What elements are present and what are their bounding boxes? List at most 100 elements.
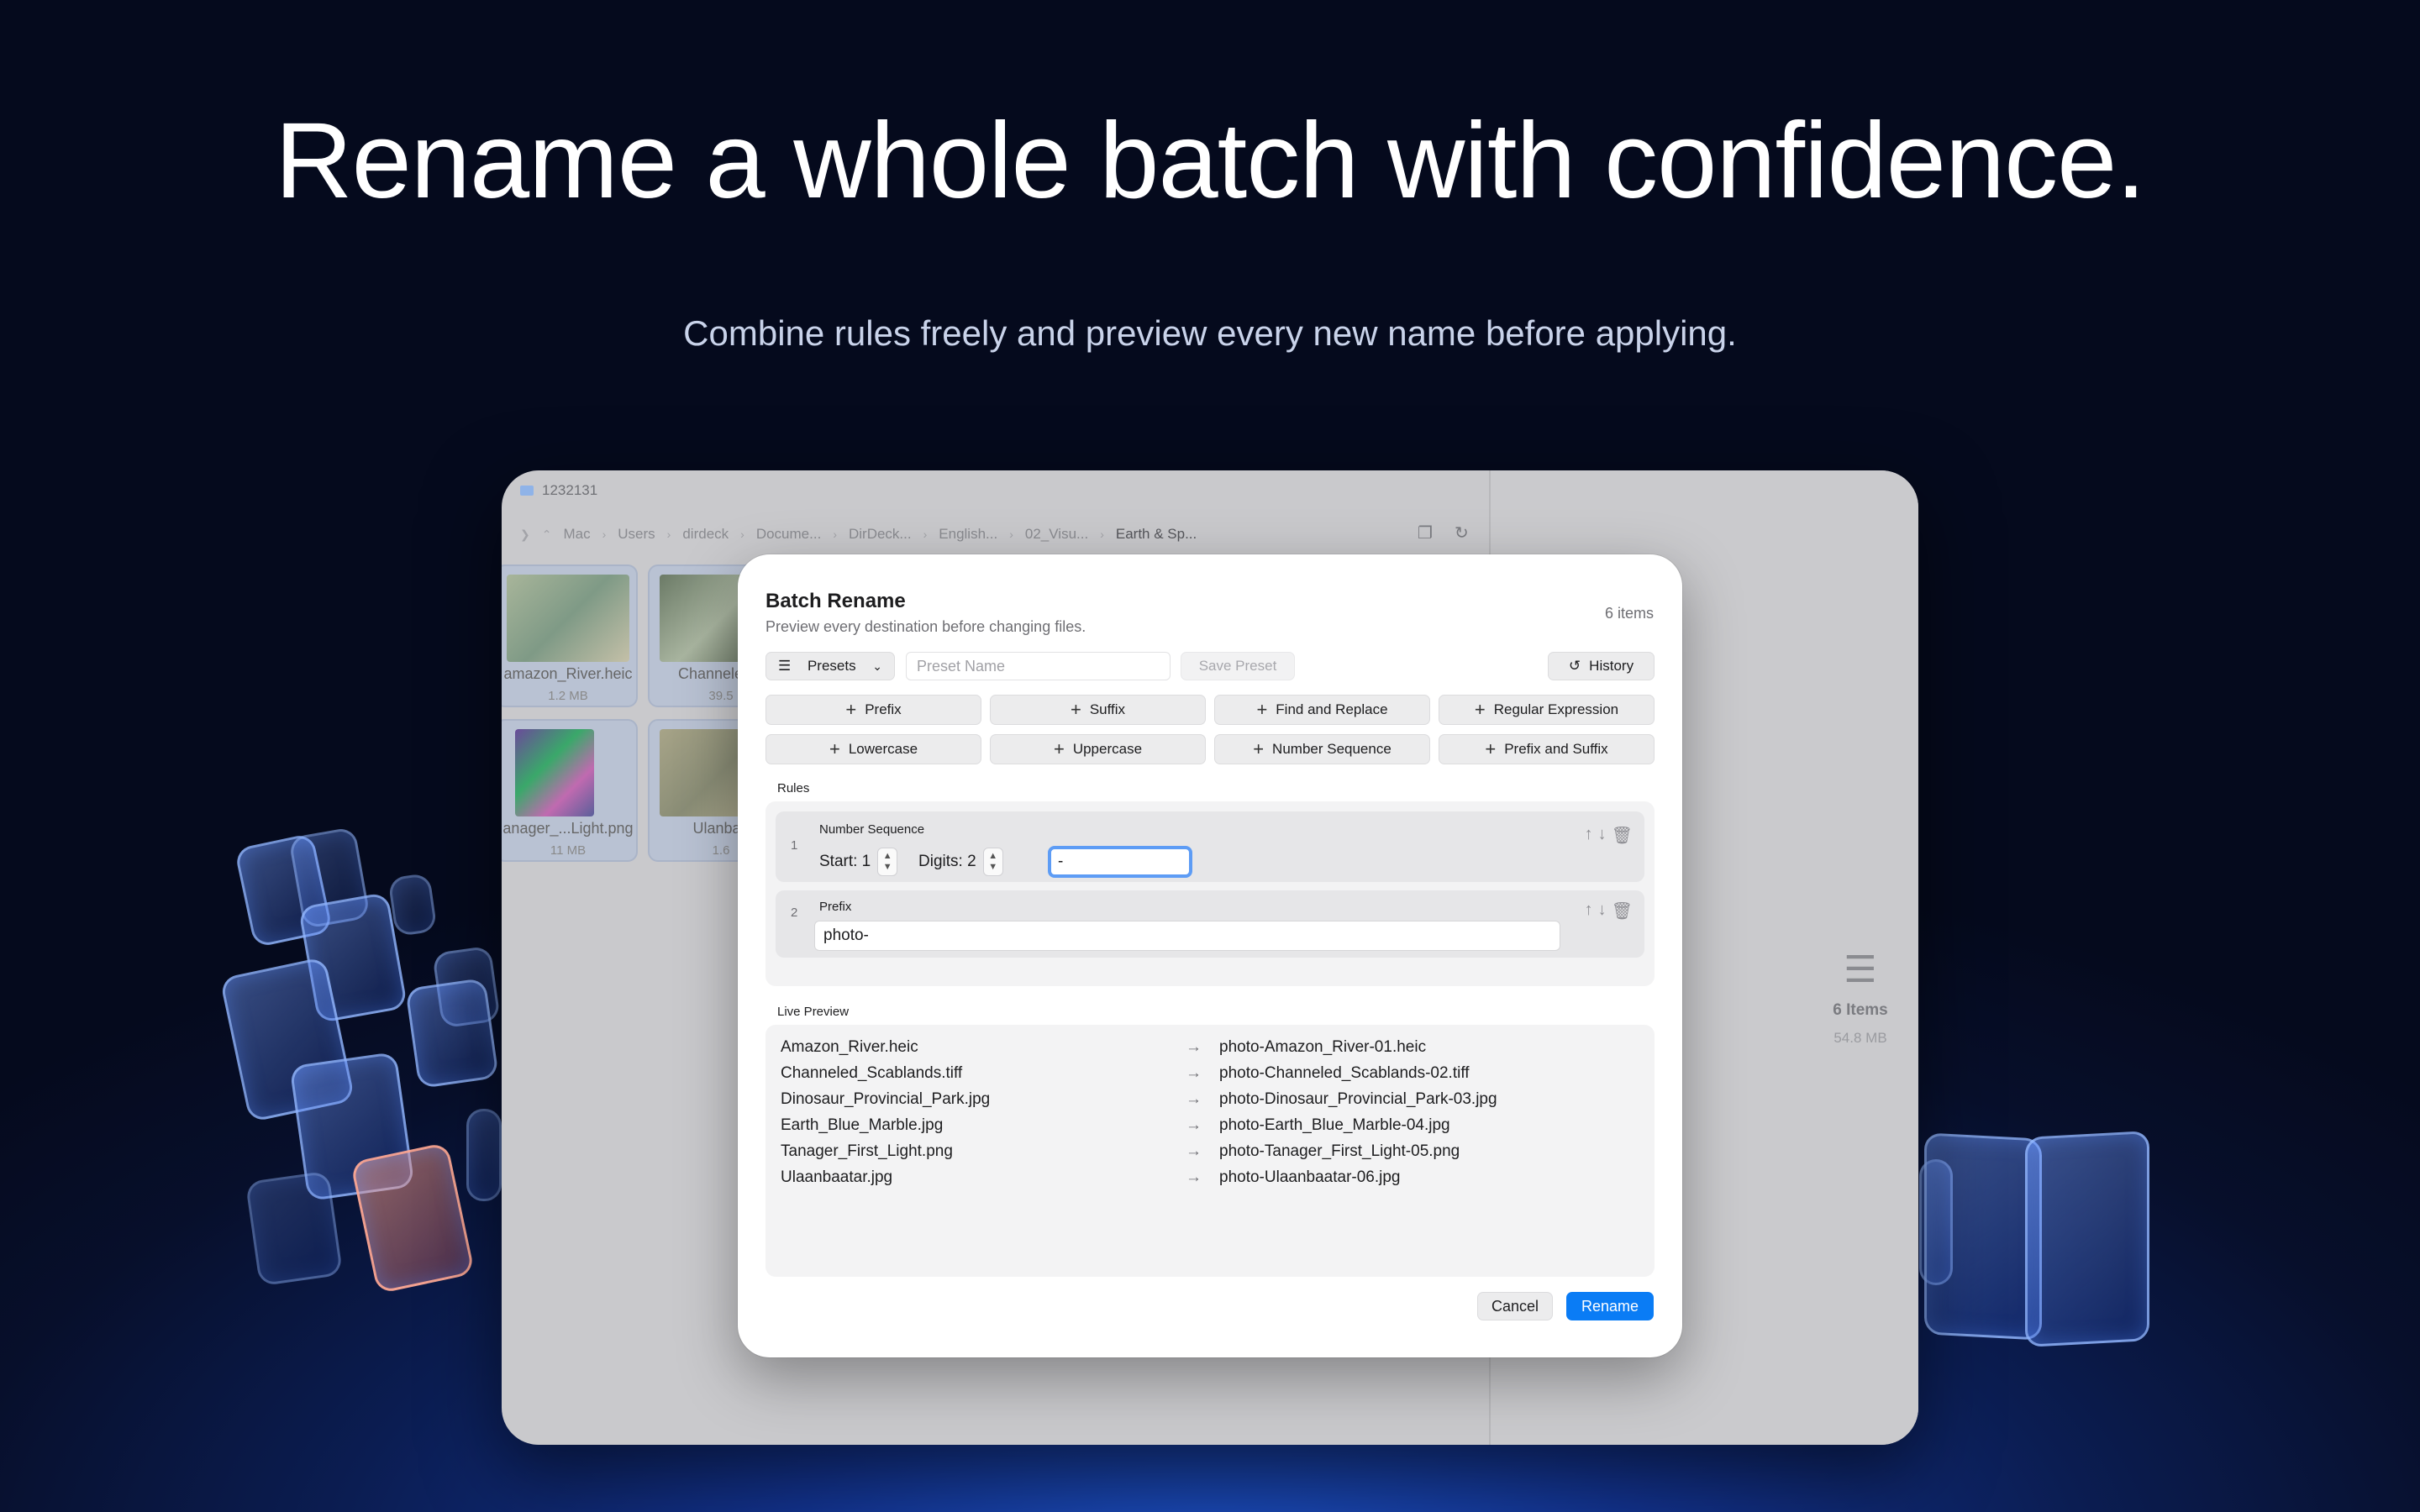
arrow-right-icon: →: [1186, 1168, 1202, 1186]
window-title-text: 1232131: [542, 482, 598, 498]
chevron-down-icon[interactable]: ▼: [883, 862, 892, 873]
button-label: Prefix and Suffix: [1504, 741, 1608, 757]
rules-list: 1 Number Sequence Start: 1 ▲ ▼ Digits: 2 …: [765, 801, 1655, 986]
chevron-right-icon: ›: [602, 528, 607, 541]
preview-row: Dinosaur_Provincial_Park.jpg → photo-Din…: [765, 1090, 1655, 1116]
hero-subtitle: Combine rules freely and preview every n…: [683, 313, 1737, 353]
preview-row: Ulaanbaatar.jpg → photo-Ulaanbaatar-06.j…: [765, 1168, 1655, 1194]
preview-row: Channeled_Scablands.tiff → photo-Channel…: [765, 1064, 1655, 1090]
trash-icon[interactable]: 🗑: [1612, 825, 1633, 846]
glass-card: [1924, 1132, 2042, 1341]
digits-stepper[interactable]: ▲ ▼: [982, 848, 1003, 876]
chevron-up-icon[interactable]: ▲: [988, 851, 997, 862]
file-name: amazon_River.heic: [503, 665, 633, 682]
glass-card: [245, 1170, 344, 1287]
add-number-sequence-rule-button[interactable]: + Number Sequence: [1214, 734, 1430, 764]
selection-summary: ☰ 6 Items 54.8 MB: [1810, 949, 1911, 1047]
add-regex-rule-button[interactable]: + Regular Expression: [1439, 695, 1655, 725]
separator-input[interactable]: [1048, 846, 1192, 878]
history-label: History: [1589, 658, 1634, 674]
button-label: Number Sequence: [1272, 741, 1392, 757]
chevron-down-icon[interactable]: ▼: [988, 862, 997, 873]
chevron-right-icon: ›: [923, 528, 928, 541]
cancel-button[interactable]: Cancel: [1477, 1292, 1553, 1320]
plus-icon: +: [1256, 699, 1268, 720]
live-preview-list: Amazon_River.heic → photo-Amazon_River-0…: [765, 1025, 1655, 1277]
rule-name: Prefix: [819, 900, 852, 914]
breadcrumb-item[interactable]: Mac: [563, 526, 590, 543]
start-stepper[interactable]: ▲ ▼: [877, 848, 898, 876]
file-thumbnail[interactable]: anager_...Light.png 11 MB: [502, 719, 638, 862]
move-up-icon[interactable]: ↑: [1585, 825, 1593, 846]
breadcrumb-item[interactable]: Docume...: [756, 526, 821, 543]
old-filename: Earth_Blue_Marble.jpg: [781, 1116, 944, 1134]
new-filename: photo-Amazon_River-01.heic: [1219, 1038, 1427, 1056]
breadcrumb-item[interactable]: Users: [618, 526, 655, 543]
save-preset-button[interactable]: Save Preset: [1181, 652, 1295, 680]
rule-actions: ↑ ↓ 🗑: [1585, 825, 1633, 846]
rule-index: 1: [791, 838, 798, 853]
path-toolbar: ❐ ↻: [1418, 522, 1469, 543]
rename-button[interactable]: Rename: [1566, 1292, 1654, 1320]
breadcrumb: ❯ ⌃ Mac › Users › dirdeck › Docume... › …: [520, 519, 1486, 549]
move-down-icon[interactable]: ↓: [1598, 900, 1607, 921]
old-filename: Amazon_River.heic: [781, 1038, 918, 1056]
move-down-icon[interactable]: ↓: [1598, 825, 1607, 846]
selection-size: 54.8 MB: [1833, 1030, 1887, 1046]
file-thumbnail[interactable]: amazon_River.heic 1.2 MB: [502, 564, 638, 707]
digits-label: Digits: 2: [918, 853, 976, 870]
plus-icon: +: [1485, 738, 1497, 759]
preview-row: Amazon_River.heic → photo-Amazon_River-0…: [765, 1038, 1655, 1064]
sliders-icon: ☰: [778, 658, 792, 674]
add-lowercase-rule-button[interactable]: + Lowercase: [765, 734, 981, 764]
plus-icon: +: [1253, 738, 1265, 759]
breadcrumb-item[interactable]: dirdeck: [682, 526, 729, 543]
live-preview-heading: Live Preview: [777, 1005, 850, 1019]
prefix-input[interactable]: [814, 921, 1560, 951]
plus-icon: +: [829, 738, 840, 759]
history-button[interactable]: ↺ History: [1548, 652, 1655, 680]
add-suffix-rule-button[interactable]: + Suffix: [990, 695, 1206, 725]
chevron-up-icon[interactable]: ▲: [883, 851, 892, 862]
breadcrumb-item[interactable]: 02_Visu...: [1025, 526, 1088, 543]
button-label: Lowercase: [848, 741, 918, 757]
chevron-right-icon: ›: [666, 528, 671, 541]
old-filename: Tanager_First_Light.png: [781, 1142, 953, 1160]
chevron-right-icon: ›: [1100, 528, 1104, 541]
preview-row: Earth_Blue_Marble.jpg → photo-Earth_Blue…: [765, 1116, 1655, 1142]
add-prefix-suffix-rule-button[interactable]: + Prefix and Suffix: [1439, 734, 1655, 764]
preview-row: Tanager_First_Light.png → photo-Tanager_…: [765, 1142, 1655, 1168]
file-size: 11 MB: [550, 843, 587, 858]
dialog-title: Batch Rename: [765, 590, 906, 612]
item-count: 6 items: [1604, 605, 1654, 622]
presets-dropdown[interactable]: ☰ Presets ⌄: [765, 652, 895, 680]
add-uppercase-rule-button[interactable]: + Uppercase: [990, 734, 1206, 764]
rule-name: Number Sequence: [819, 822, 925, 837]
breadcrumb-item[interactable]: DirDeck...: [849, 526, 912, 543]
arrow-right-icon: →: [1186, 1142, 1202, 1160]
add-find-replace-rule-button[interactable]: + Find and Replace: [1214, 695, 1430, 725]
preset-name-input[interactable]: [906, 652, 1171, 680]
move-up-icon[interactable]: ↑: [1585, 900, 1593, 921]
chevron-up-icon[interactable]: ⌃: [542, 528, 552, 542]
add-prefix-rule-button[interactable]: + Prefix: [765, 695, 981, 725]
start-control: Start: 1 ▲ ▼: [819, 848, 898, 876]
plus-icon: +: [1070, 699, 1081, 720]
refresh-icon[interactable]: ↻: [1455, 522, 1469, 543]
breadcrumb-item-current[interactable]: Earth & Sp...: [1116, 526, 1197, 543]
new-filename: photo-Tanager_First_Light-05.png: [1219, 1142, 1460, 1160]
rule-actions: ↑ ↓ 🗑: [1585, 900, 1633, 921]
arrow-right-icon: →: [1186, 1064, 1202, 1082]
chevron-right-icon: ›: [833, 528, 837, 541]
start-label: Start: 1: [819, 853, 871, 870]
file-name: anager_...Light.png: [502, 820, 634, 837]
button-label: Uppercase: [1072, 741, 1143, 757]
trash-icon[interactable]: 🗑: [1612, 900, 1633, 921]
copy-path-icon[interactable]: ❐: [1418, 522, 1433, 543]
breadcrumb-item[interactable]: English...: [939, 526, 997, 543]
chevron-right-icon[interactable]: ❯: [520, 528, 530, 542]
glass-card-highlighted: [350, 1142, 476, 1294]
old-filename: Ulaanbaatar.jpg: [781, 1168, 893, 1186]
new-filename: photo-Dinosaur_Provincial_Park-03.jpg: [1219, 1090, 1497, 1108]
old-filename: Dinosaur_Provincial_Park.jpg: [781, 1090, 991, 1108]
